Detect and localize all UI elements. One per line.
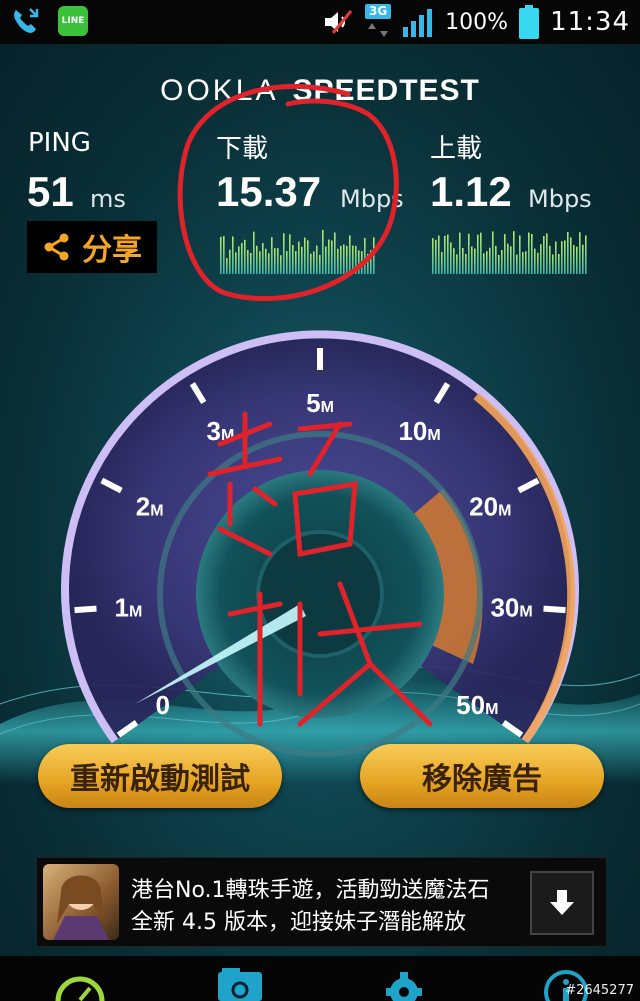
data-arrows-icon xyxy=(368,23,389,37)
graph-bar xyxy=(573,245,575,274)
graph-bar xyxy=(543,236,545,274)
muted-speaker-icon xyxy=(325,10,353,34)
graph-bar xyxy=(486,251,488,274)
share-icon xyxy=(44,233,69,261)
graph-bar xyxy=(468,233,470,274)
ping-unit: ms xyxy=(90,185,126,213)
graph-bar xyxy=(504,234,506,274)
graph-bar xyxy=(561,241,563,274)
upload-unit: Mbps xyxy=(528,185,592,213)
graph-bar xyxy=(540,244,542,274)
graph-bar xyxy=(447,234,449,274)
network-type-icon: 3G xyxy=(365,4,392,40)
graph-bar xyxy=(462,248,464,274)
graph-bar xyxy=(564,240,566,274)
remove-ads-button[interactable]: 移除廣告 xyxy=(360,744,604,808)
signal-strength-icon xyxy=(403,9,433,37)
graph-bar xyxy=(585,235,587,274)
handwritten-circle xyxy=(177,83,399,302)
graph-bar xyxy=(483,253,485,274)
graph-bar xyxy=(465,253,467,274)
graph-bar xyxy=(582,244,584,274)
share-button[interactable]: 分享 xyxy=(27,221,157,273)
share-label: 分享 xyxy=(82,233,142,268)
ad-game-thumbnail xyxy=(43,864,119,940)
image-watermark: #2645277 xyxy=(565,983,634,998)
graph-bar xyxy=(534,248,536,274)
graph-bar xyxy=(570,237,572,274)
graph-bar xyxy=(432,238,434,274)
graph-bar xyxy=(552,254,554,274)
graph-bar xyxy=(537,252,539,274)
upload-speed-graph xyxy=(432,231,587,274)
graph-bar xyxy=(555,241,557,274)
graph-bar xyxy=(576,246,578,274)
graph-bar xyxy=(450,242,452,274)
graph-bar xyxy=(516,254,518,274)
graph-bar xyxy=(567,231,569,274)
graph-bar xyxy=(471,246,473,274)
status-bar-system: 3G 100% 11:34 xyxy=(321,4,630,40)
gauge-tick-label: 0 xyxy=(155,690,169,720)
restart-test-button[interactable]: 重新啟動測試 xyxy=(38,744,282,808)
graph-bar xyxy=(546,233,548,274)
graph-bar xyxy=(522,252,524,274)
graph-bar xyxy=(438,235,440,274)
download-arrow-icon xyxy=(550,890,574,915)
graph-bar xyxy=(525,251,527,274)
graph-bar xyxy=(507,243,509,274)
ad-line-1: 港台No.1轉珠手遊，活動勁送魔法石 xyxy=(131,878,490,903)
ad-line-2: 全新 4.5 版本，迎接妹子潛能解放 xyxy=(131,910,466,935)
graph-bar xyxy=(549,245,551,274)
upload-value: 1.12 xyxy=(430,168,512,215)
ping-value: 51 xyxy=(27,168,74,215)
graph-bar xyxy=(489,247,491,274)
graph-bar xyxy=(501,250,503,274)
upload-label: 上載 xyxy=(430,134,483,164)
speedtest-screen: OOKLA SPEEDTEST PING 51 ms 下載 15.37 Mbps … xyxy=(0,44,640,956)
graph-bar xyxy=(441,252,443,274)
clock: 11:34 xyxy=(550,7,630,37)
graph-bar xyxy=(519,235,521,274)
status-bar-notifications: LINE xyxy=(10,6,88,36)
status-bar: LINE 3G 100% 11:34 xyxy=(0,0,640,44)
graph-bar xyxy=(495,245,497,274)
battery-percent: 100% xyxy=(445,9,509,35)
results-history-icon[interactable] xyxy=(214,966,266,1001)
speedometer-icon[interactable] xyxy=(54,966,106,1001)
graph-bar xyxy=(474,248,476,274)
graph-bar xyxy=(510,246,512,274)
graph-bar xyxy=(492,231,494,274)
graph-bar xyxy=(480,232,482,274)
ad-banner[interactable]: 港台No.1轉珠手遊，活動勁送魔法石 全新 4.5 版本，迎接妹子潛能解放 xyxy=(36,857,607,947)
graph-bar xyxy=(531,234,533,274)
graph-bar xyxy=(558,254,560,274)
battery-icon xyxy=(519,5,540,39)
settings-gear-icon[interactable] xyxy=(378,966,430,1001)
ad-download-button[interactable] xyxy=(530,871,594,935)
graph-bar xyxy=(477,234,479,274)
graph-bar xyxy=(456,254,458,274)
bottom-nav: #2645277 xyxy=(0,956,640,1001)
handwritten-annotation xyxy=(207,411,433,727)
graph-bar xyxy=(498,255,500,274)
gauge-tick xyxy=(74,605,97,614)
graph-bar xyxy=(444,235,446,274)
graph-bar xyxy=(435,239,437,274)
gauge-tick xyxy=(543,605,566,614)
line-app-icon: LINE xyxy=(58,6,88,36)
missed-call-icon xyxy=(14,8,39,33)
graph-bar xyxy=(579,232,581,274)
ping-label: PING xyxy=(28,128,91,158)
graph-bar xyxy=(453,248,455,274)
network-type-label: 3G xyxy=(365,4,392,19)
graph-bar xyxy=(513,231,515,274)
graph-bar xyxy=(459,232,461,274)
graph-bar xyxy=(528,232,530,274)
